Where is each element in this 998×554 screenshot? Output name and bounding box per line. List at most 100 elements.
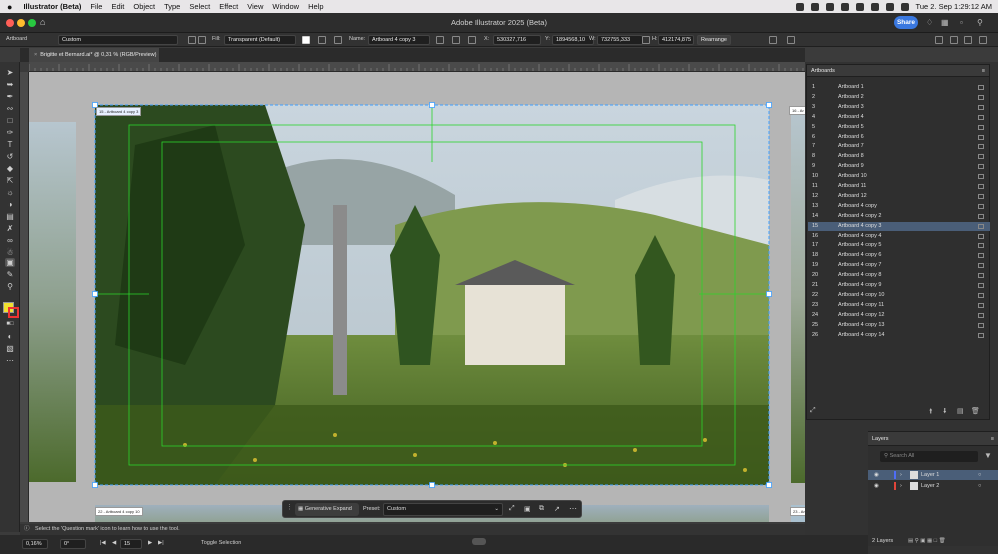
vertical-ruler[interactable] — [20, 72, 29, 522]
artboard-row[interactable]: 9 Artboard 9 — [808, 162, 990, 172]
bell-icon[interactable]: ♢ — [926, 18, 933, 27]
app-status-icon[interactable] — [810, 2, 819, 11]
artboard-name[interactable]: Artboard 4 copy — [838, 202, 877, 212]
menubar-clock[interactable]: Tue 2. Sep 1:29:12 AM — [916, 2, 992, 11]
artboard-name[interactable]: Artboard 4 copy 3 — [838, 222, 881, 232]
artboard-name[interactable]: Artboard 1 — [838, 83, 864, 93]
layers-search-input[interactable]: ⚲ Search All — [880, 451, 978, 462]
layers-panel-header[interactable]: Layers ≡ — [868, 432, 998, 446]
more-tools-icon[interactable]: ⋯ — [5, 356, 15, 365]
zoom-tool-icon[interactable]: ⚲ — [5, 282, 15, 291]
artboard-name[interactable]: Artboard 4 copy 12 — [838, 311, 884, 321]
artboard-options-icon[interactable] — [978, 203, 984, 209]
menu-icon[interactable] — [950, 36, 958, 44]
artboard-row[interactable]: 22 Artboard 4 copy 10 — [808, 291, 990, 301]
blend-tool-icon[interactable]: ∞ — [5, 236, 15, 245]
layer-row-1[interactable]: ◉ › Layer 1 ○ — [868, 470, 998, 480]
artboard-options-icon[interactable] — [978, 193, 984, 199]
artboard-options-icon[interactable] — [978, 332, 984, 338]
artboard-row[interactable]: 15 Artboard 4 copy 3 — [808, 221, 990, 232]
artboard-name[interactable]: Artboard 4 copy 4 — [838, 232, 881, 242]
artboard-options-icon[interactable] — [978, 94, 984, 100]
artboard-row[interactable]: 1 Artboard 1 — [808, 83, 990, 93]
artboard-options-icon[interactable] — [978, 124, 984, 130]
search-help-icon[interactable]: ⚲ — [977, 18, 983, 27]
panel-toggle-icon[interactable] — [935, 36, 943, 44]
layers-menu-icon[interactable]: ≡ — [991, 432, 994, 446]
artboard-row[interactable]: 24 Artboard 4 copy 12 — [808, 311, 990, 321]
fit-icon[interactable]: ⤢ — [509, 505, 515, 513]
landscape-icon[interactable] — [198, 36, 206, 44]
artboard-name[interactable]: Artboard 7 — [838, 142, 864, 152]
align-icon[interactable] — [769, 36, 777, 44]
type-tool-icon[interactable]: T — [5, 140, 15, 149]
artboard-options-icon[interactable] — [978, 273, 984, 279]
move-up-icon[interactable]: 🠙 — [929, 407, 933, 418]
shape-builder-tool-icon[interactable]: ◑ — [5, 200, 15, 209]
active-artboard-label[interactable]: 15 - Artboard 4 copy 3 — [96, 107, 142, 116]
artboard-name[interactable]: Artboard 10 — [838, 172, 867, 182]
expand-arrow-icon[interactable]: › — [900, 481, 902, 491]
screen-mode-icon[interactable]: ▧ — [5, 344, 15, 353]
x-input[interactable]: 530327,716 — [493, 35, 541, 45]
stroke-color-swatch[interactable] — [8, 307, 19, 318]
slice-tool-icon[interactable]: ✎ — [5, 270, 15, 279]
apple-icon[interactable]: ● — [7, 2, 12, 12]
artboard-name[interactable]: Artboard 4 copy 14 — [838, 331, 884, 341]
artboard-options-icon[interactable] — [978, 223, 984, 229]
wifi-icon[interactable] — [870, 2, 879, 11]
canvas[interactable]: 16 - Ar 22 - Artboard 4 copy 10 23 - Art… — [29, 72, 805, 522]
artboard-name[interactable]: Artboard 11 — [838, 182, 866, 192]
artboard-row[interactable]: 17 Artboard 4 copy 5 — [808, 241, 990, 251]
h-input[interactable]: 412174,875 — [658, 35, 694, 45]
artboard-row[interactable]: 14 Artboard 4 copy 2 — [808, 212, 990, 222]
target-circle-icon[interactable]: ○ — [978, 481, 981, 491]
battery-icon[interactable] — [855, 2, 864, 11]
draw-mode-icon[interactable]: ◐ — [5, 332, 15, 341]
artboard-row[interactable]: 4 Artboard 4 — [808, 113, 990, 123]
curvature-tool-icon[interactable]: ∾ — [5, 104, 15, 113]
gradient-tool-icon[interactable]: ▤ — [5, 212, 15, 221]
layer-row-2[interactable]: ◉ › Layer 2 ○ — [868, 481, 998, 491]
export-icon[interactable]: ↗ — [554, 505, 560, 513]
creative-cloud-icon[interactable] — [795, 2, 804, 11]
artboard-name[interactable]: Artboard 4 — [838, 113, 864, 123]
artboard-options-icon[interactable] — [978, 233, 984, 239]
fill-select[interactable]: Transparent (Default) — [224, 35, 296, 45]
artboard-row[interactable]: 20 Artboard 4 copy 8 — [808, 271, 990, 281]
new-artboard-icon[interactable]: ▤ — [957, 407, 964, 415]
artboard-options-icon[interactable] — [978, 144, 984, 150]
artboard-options-icon[interactable] — [978, 164, 984, 170]
warp-tool-icon[interactable]: ☼ — [5, 188, 15, 197]
y-input[interactable]: 1894568,10 — [552, 35, 594, 45]
fill-swatch-icon[interactable] — [302, 36, 310, 44]
workspace-icon[interactable]: ▦ — [941, 18, 949, 27]
move-down-icon[interactable]: 🠛 — [943, 407, 947, 418]
horizontal-scroll-thumb[interactable] — [472, 538, 486, 545]
control-center-icon[interactable] — [900, 2, 909, 11]
menu-select[interactable]: Select — [189, 2, 210, 11]
portrait-icon[interactable] — [188, 36, 196, 44]
artboard-row[interactable]: 10 Artboard 10 — [808, 172, 990, 182]
direct-selection-tool-icon[interactable]: ➥ — [5, 80, 15, 89]
artboard-name[interactable]: Artboard 4 copy 11 — [838, 301, 884, 311]
menu-view[interactable]: View — [247, 2, 263, 11]
scale-tool-icon[interactable]: ⇱ — [5, 176, 15, 185]
artboards-panel-header[interactable]: Artboards ≡ — [807, 65, 989, 77]
menu-type[interactable]: Type — [164, 2, 180, 11]
grid-icon[interactable] — [318, 36, 326, 44]
artboard-options-icon[interactable] — [978, 253, 984, 259]
artboard-options-icon[interactable] — [978, 174, 984, 180]
artboard-options-icon[interactable] — [978, 302, 984, 308]
document-tab[interactable]: × Brigitte et Bernard.ai* @ 0,31 % (RGB/P… — [29, 48, 159, 62]
menu-edit[interactable]: Edit — [111, 2, 124, 11]
symbol-sprayer-tool-icon[interactable]: ☃ — [5, 248, 15, 257]
menu-help[interactable]: Help — [308, 2, 323, 11]
status-tool-label[interactable]: Toggle Selection — [201, 540, 241, 546]
pen-tool-icon[interactable]: ✒ — [5, 92, 15, 101]
artboard-name[interactable]: Artboard 3 — [838, 103, 864, 113]
artboard-row[interactable]: 16 Artboard 4 copy 4 — [808, 232, 990, 242]
delete-artboard-icon[interactable]: 🗑 — [971, 407, 980, 415]
distribute-icon[interactable] — [964, 36, 972, 44]
app-menu[interactable]: Illustrator (Beta) — [23, 2, 81, 11]
